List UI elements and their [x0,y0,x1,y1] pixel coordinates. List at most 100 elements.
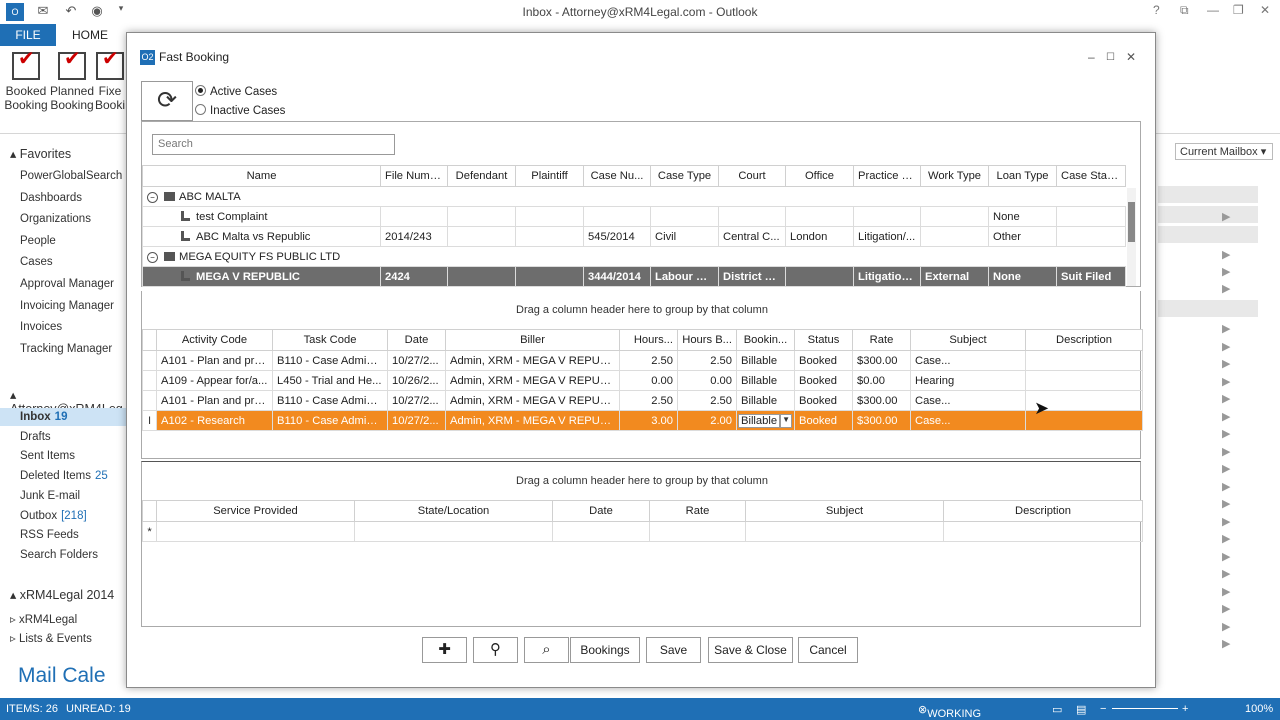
flag-icon[interactable]: ▶ [1222,550,1230,563]
col-plaintiff[interactable]: Plaintiff [515,165,584,187]
flag-icon[interactable]: ▶ [1222,210,1230,223]
cell[interactable] [745,521,944,542]
case-cell[interactable] [650,186,719,207]
ribbon-display-button[interactable]: ⧉ [1180,3,1189,18]
nav-item-cases[interactable]: Cases [20,256,53,268]
activity-cell[interactable]: Billable [736,350,795,371]
scrollbar-thumb[interactable] [1128,202,1135,242]
flag-icon[interactable]: ▶ [1222,357,1230,370]
activity-cell[interactable]: B110 - Case Admini... [272,410,388,431]
col-service-rate[interactable]: Rate [649,500,746,522]
nav-item-dashboards[interactable]: Dashboards [20,192,82,204]
save-close-button[interactable]: Save & Close [708,637,793,663]
active-cases-radio[interactable]: Active Cases [195,85,277,98]
help-button[interactable]: ? [1153,3,1160,17]
maximize-button[interactable]: ❐ [1233,3,1244,17]
col-name[interactable]: Name [142,165,381,187]
folder-search-folders[interactable]: Search Folders [20,549,98,561]
case-cell[interactable] [718,206,786,227]
cell[interactable] [649,521,746,542]
zoom-out-icon[interactable]: − [1100,703,1106,715]
case-cell[interactable] [650,206,719,227]
activity-row[interactable]: I A102 - Research B110 - Case Admini... 10/… [142,410,1143,431]
current-mailbox-dropdown[interactable]: Current Mailbox ▾ [1175,143,1273,160]
new-service-row[interactable]: * [142,521,1143,542]
folder-deleted-items[interactable]: Deleted Items 25 [20,470,108,482]
flag-icon[interactable]: ▶ [1222,427,1230,440]
message-row[interactable] [1158,226,1258,243]
flag-icon[interactable]: ▶ [1222,265,1230,278]
case-cell[interactable] [718,186,786,207]
flag-icon[interactable]: ▶ [1222,480,1230,493]
flag-icon[interactable]: ▶ [1222,637,1230,650]
case-row[interactable]: MEGA V REPUBLIC 2424 3444/2014 Labour Co...… [142,266,1126,287]
activity-cell[interactable]: 10/27/2... [387,410,446,431]
inactive-cases-radio[interactable]: Inactive Cases [195,104,285,117]
message-row[interactable] [1158,300,1258,317]
case-cell[interactable]: Civil [650,226,719,247]
dialog-maximize-button[interactable]: ☐ [1106,52,1115,63]
col-description[interactable]: Description [1025,329,1143,351]
case-cell[interactable]: Central C... [718,226,786,247]
col-practice-group[interactable]: Practice G... [853,165,921,187]
col-service-provided[interactable]: Service Provided [156,500,355,522]
flag-icon[interactable]: ▶ [1222,567,1230,580]
activity-cell[interactable]: Hearing [910,370,1026,391]
activity-cell[interactable]: 2.00 [677,410,737,431]
activity-cell[interactable]: $300.00 [852,410,911,431]
case-cell[interactable] [380,246,448,267]
minimize-button[interactable]: — [1207,3,1219,17]
case-cell[interactable] [650,246,719,267]
add-booking-button[interactable]: ✚ [422,637,467,663]
activity-cell[interactable]: Admin, XRM - MEGA V REPUBLIC [445,390,620,411]
nav-item-tracking-manager[interactable]: Tracking Manager [20,343,112,355]
col-loan-type[interactable]: Loan Type [988,165,1057,187]
col-subject[interactable]: Subject [910,329,1026,351]
case-cell[interactable] [718,246,786,267]
activity-cell[interactable]: Booked [794,350,853,371]
case-cell[interactable] [447,246,516,267]
case-cell[interactable] [447,226,516,247]
case-cell[interactable]: 545/2014 [583,226,651,247]
case-row[interactable]: test Complaint None [142,206,1126,227]
activity-cell[interactable]: Booked [794,410,853,431]
activity-cell[interactable]: Billable [736,370,795,391]
case-cell[interactable] [515,266,584,287]
row-indicator[interactable] [142,370,157,391]
reading-view-icon[interactable]: ▤ [1076,703,1086,716]
activity-cell[interactable]: Booked [794,370,853,391]
case-cell[interactable] [515,226,584,247]
case-cell[interactable]: Other [988,226,1057,247]
case-cell[interactable] [1056,186,1126,207]
xrm4legal-header[interactable]: ▴ xRM4Legal 2014 [10,587,114,602]
col-case-type[interactable]: Case Type [650,165,719,187]
nav-item-invoices[interactable]: Invoices [20,321,62,333]
col-hours[interactable]: Hours... [619,329,678,351]
flag-icon[interactable]: ▶ [1222,497,1230,510]
flag-icon[interactable]: ▶ [1222,410,1230,423]
case-cell[interactable] [785,186,854,207]
case-cell[interactable] [853,186,921,207]
activity-cell[interactable]: 10/27/2... [387,350,446,371]
folder-inbox[interactable]: Inbox 19 [0,408,128,426]
message-row[interactable] [1158,186,1258,203]
case-cell[interactable] [853,246,921,267]
nav-item-xrm4legal[interactable]: ▹ xRM4Legal [10,612,77,626]
activity-cell[interactable]: 0.00 [619,370,678,391]
tab-file[interactable]: FILE [0,24,56,46]
col-work-type[interactable]: Work Type [920,165,989,187]
col-court[interactable]: Court [718,165,786,187]
normal-view-icon[interactable]: ▭ [1052,703,1062,716]
activity-cell[interactable]: Admin, XRM - MEGA V REPUBLIC [445,410,620,431]
case-cell[interactable] [583,246,651,267]
fixed-booking-button[interactable]: Fixe Booki [93,52,127,112]
cell[interactable] [943,521,1143,542]
dropdown-arrow-icon[interactable]: ▼ [780,413,793,428]
activity-cell[interactable]: $300.00 [852,390,911,411]
refresh-button[interactable]: ⟳ [141,81,193,121]
activity-row[interactable]: A101 - Plan and pre... B110 - Case Admini… [142,350,1143,371]
save-button[interactable]: Save [646,637,701,663]
case-cell[interactable] [920,186,989,207]
flag-icon[interactable]: ▶ [1222,515,1230,528]
activity-cell[interactable]: 10/26/2... [387,370,446,391]
